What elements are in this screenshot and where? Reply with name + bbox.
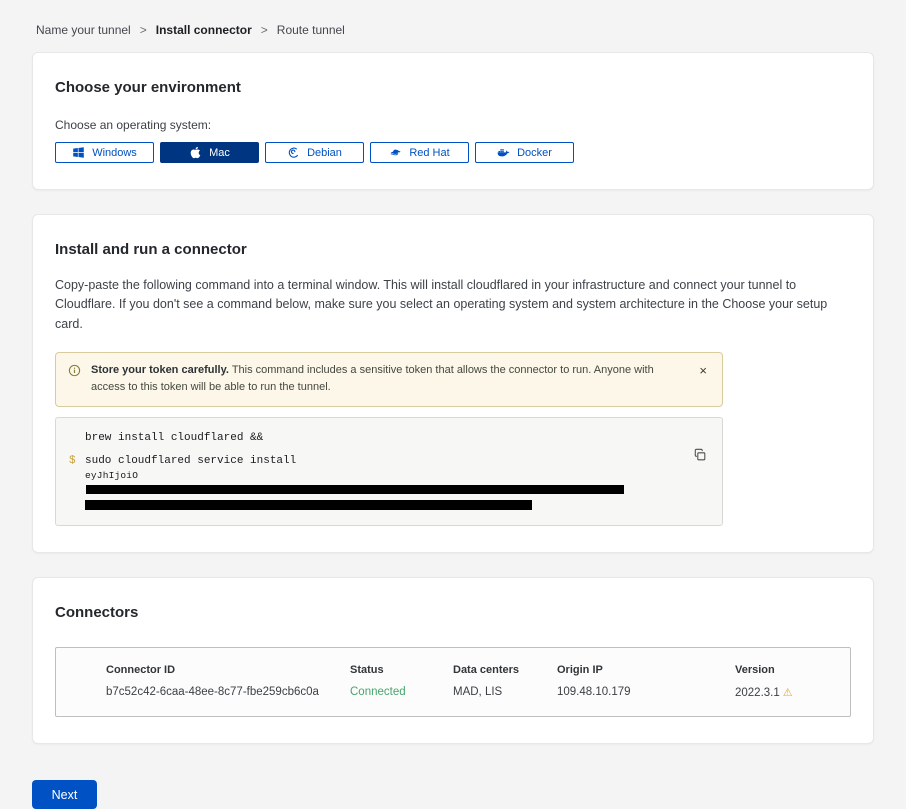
next-button[interactable]: Next <box>32 780 97 809</box>
version-value: 2022.3.1⚠ <box>735 686 838 699</box>
connectors-card: Connectors Connector ID Status Data cent… <box>32 577 874 744</box>
os-button-redhat[interactable]: Red Hat <box>370 142 469 163</box>
connectors-table: Connector ID Status Data centers Origin … <box>55 647 851 717</box>
os-button-docker[interactable]: Docker <box>475 142 574 163</box>
environment-card: Choose your environment Choose an operat… <box>32 52 874 190</box>
os-button-mac[interactable]: Mac <box>160 142 259 163</box>
breadcrumb-step-route-tunnel[interactable]: Route tunnel <box>277 23 345 37</box>
token-prefix: eyJhIjoiO <box>85 470 138 481</box>
docker-icon <box>497 146 510 159</box>
debian-icon <box>287 146 300 159</box>
command-line-2: sudo cloudflared service install <box>85 454 296 469</box>
data-centers-value: MAD, LIS <box>453 686 557 699</box>
os-button-label: Docker <box>517 147 552 159</box>
prompt-gutter <box>56 499 85 514</box>
os-button-label: Red Hat <box>409 147 449 159</box>
os-button-label: Debian <box>307 147 342 159</box>
redacted-token-bar <box>86 485 624 494</box>
os-button-label: Mac <box>209 147 230 159</box>
version-warning-icon: ⚠ <box>783 687 793 699</box>
install-instructions: Copy-paste the following command into a … <box>55 276 851 334</box>
prompt-gutter <box>56 431 85 446</box>
os-prompt-label: Choose an operating system: <box>55 118 851 132</box>
install-command-code-block: brew install cloudflared && $ sudo cloud… <box>55 417 723 526</box>
col-header-data-centers: Data centers <box>453 664 557 676</box>
redhat-icon <box>389 146 402 159</box>
connectors-table-header: Connector ID Status Data centers Origin … <box>56 648 850 676</box>
os-button-group: Windows Mac Debian Red Hat <box>55 142 851 163</box>
redacted-token-bar <box>85 500 532 510</box>
breadcrumb-step-install-connector[interactable]: Install connector <box>156 23 252 37</box>
token-warning-banner: Store your token carefully. This command… <box>55 352 723 407</box>
os-button-debian[interactable]: Debian <box>265 142 364 163</box>
col-header-origin-ip: Origin IP <box>557 664 735 676</box>
breadcrumb-separator: > <box>261 23 268 37</box>
breadcrumb-step-name-your-tunnel[interactable]: Name your tunnel <box>36 23 131 37</box>
tunnel-setup-page: Name your tunnel > Install connector > Route… <box>0 0 906 809</box>
close-icon[interactable]: × <box>696 362 710 379</box>
os-button-windows[interactable]: Windows <box>55 142 154 163</box>
os-button-label: Windows <box>92 147 137 159</box>
install-connector-card: Install and run a connector Copy-paste t… <box>32 214 874 553</box>
col-header-status: Status <box>350 664 453 676</box>
connectors-card-title: Connectors <box>55 604 851 621</box>
token-line: eyJhIjoiO <box>85 469 676 499</box>
install-card-title: Install and run a connector <box>55 241 851 258</box>
breadcrumb: Name your tunnel > Install connector > Route… <box>32 0 874 52</box>
command-line-1: brew install cloudflared && <box>85 431 263 446</box>
info-icon <box>68 364 81 377</box>
origin-ip-value: 109.48.10.179 <box>557 686 735 699</box>
apple-icon <box>189 146 202 159</box>
table-row: b7c52c42-6caa-48ee-8c77-fbe259cb6c0a Con… <box>56 676 850 716</box>
status-badge: Connected <box>350 686 453 699</box>
copy-icon[interactable] <box>693 448 707 462</box>
connector-id-value: b7c52c42-6caa-48ee-8c77-fbe259cb6c0a <box>106 686 350 699</box>
breadcrumb-separator: > <box>140 23 147 37</box>
token-warning-title: Store your token carefully. <box>91 364 229 376</box>
col-header-connector-id: Connector ID <box>106 664 350 676</box>
windows-icon <box>72 146 85 159</box>
prompt-gutter <box>56 469 85 499</box>
col-header-version: Version <box>735 664 838 676</box>
token-warning-text: Store your token carefully. This command… <box>91 362 686 396</box>
environment-card-title: Choose your environment <box>55 79 851 96</box>
shell-prompt: $ <box>56 454 85 469</box>
